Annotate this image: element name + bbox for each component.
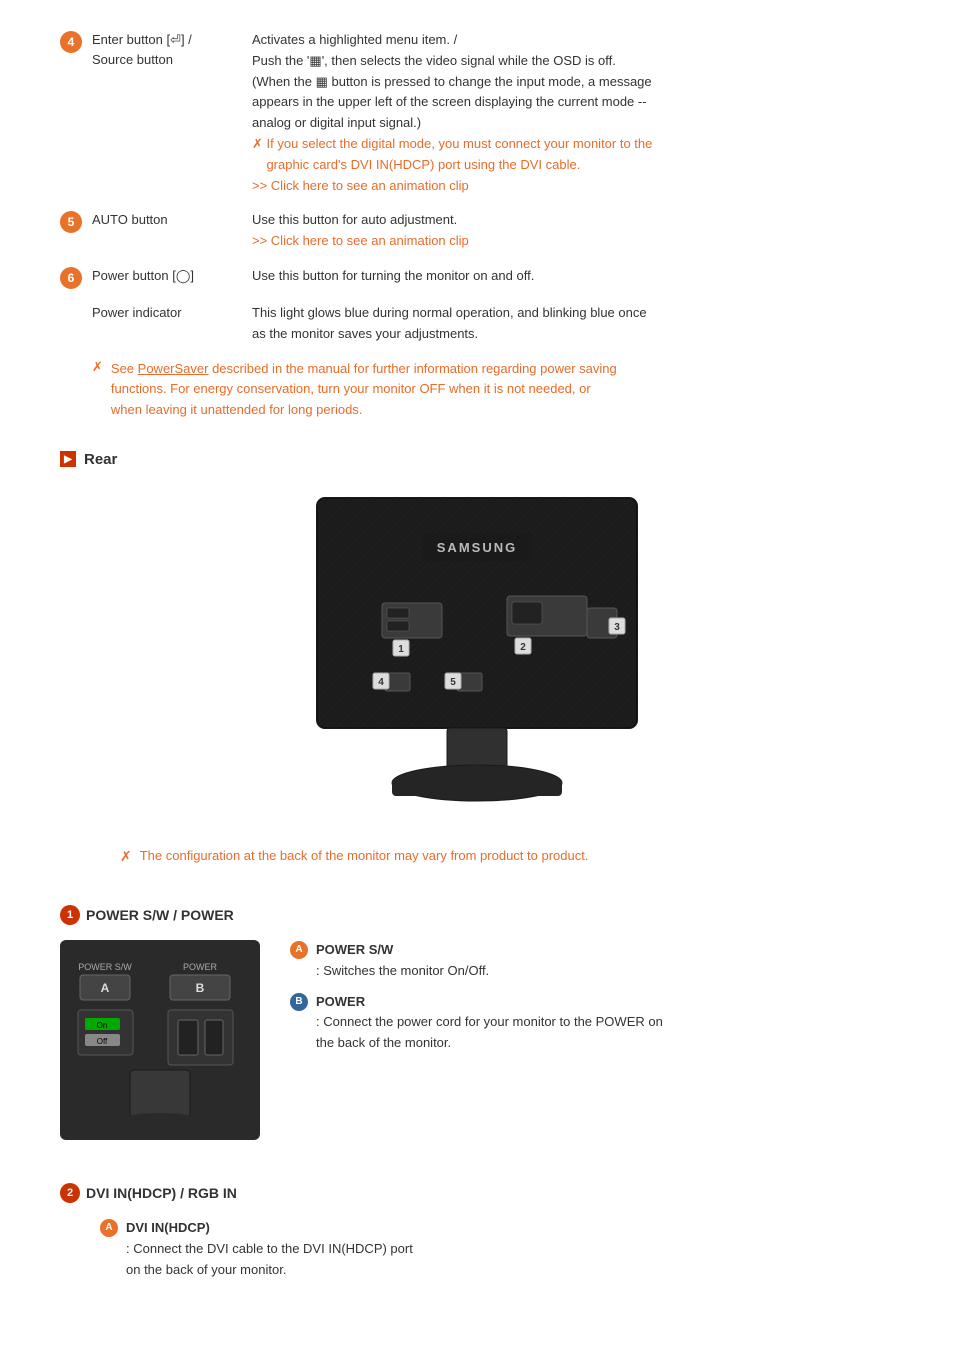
animation-link-4[interactable]: >> Click here to see an animation clip [252, 178, 469, 193]
button-desc-4: Activates a highlighted menu item. / Pus… [252, 30, 894, 196]
svg-text:1: 1 [398, 644, 404, 655]
button-row-6: 6 Power button [◯] Use this button for t… [60, 266, 894, 289]
animation-link-5[interactable]: >> Click here to see an animation clip [252, 233, 469, 248]
power-indicator-label: Power indicator [92, 303, 252, 323]
port-desc-text-A2: DVI IN(HDCP) : Connect the DVI cable to … [126, 1218, 413, 1280]
rear-section: ▶ Rear SAMSUNG 1 [60, 451, 894, 818]
power-port-svg: POWER S/W POWER A B On Off [60, 940, 260, 1140]
rear-title: ▶ Rear [60, 451, 894, 468]
port-1-image: POWER S/W POWER A B On Off [60, 940, 260, 1143]
port-section-2: 2 DVI IN(HDCP) / RGB IN A DVI IN(HDCP) :… [60, 1183, 894, 1290]
note-text: See PowerSaver described in the manual f… [111, 359, 617, 421]
port-label-2: DVI IN(HDCP) / RGB IN [86, 1185, 237, 1201]
button-label-5: AUTO button [92, 210, 252, 230]
button-number-5: 5 [60, 211, 82, 233]
svg-text:Off: Off [97, 1037, 108, 1046]
button-number-4: 4 [60, 31, 82, 53]
port-1-content: POWER S/W POWER A B On Off [60, 940, 894, 1143]
button-number-6: 6 [60, 267, 82, 289]
port-2-desc: A DVI IN(HDCP) : Connect the DVI cable t… [60, 1218, 413, 1290]
port-desc-text-B1: POWER : Connect the power cord for your … [316, 992, 663, 1054]
svg-text:A: A [101, 981, 110, 995]
svg-text:3: 3 [614, 622, 620, 633]
port-desc-item-A: A POWER S/W : Switches the monitor On/Of… [290, 940, 894, 982]
power-indicator-desc: This light glows blue during normal oper… [252, 303, 894, 345]
port-badge-2: 2 [60, 1183, 80, 1203]
button-row-power-indicator: Power indicator This light glows blue du… [60, 303, 894, 345]
port-desc-item-B: B POWER : Connect the power cord for you… [290, 992, 894, 1054]
config-note-symbol: ✗ [120, 848, 132, 865]
port-section-2-title: 2 DVI IN(HDCP) / RGB IN [60, 1183, 894, 1203]
config-note-text: The configuration at the back of the mon… [140, 848, 589, 863]
svg-text:B: B [196, 981, 205, 995]
orange-note-4: ✗ If you select the digital mode, you mu… [252, 136, 652, 172]
sub-badge-A1: A [290, 941, 308, 959]
svg-text:2: 2 [520, 642, 526, 653]
port-section-1-title: 1 POWER S/W / POWER [60, 905, 894, 925]
rear-label: Rear [84, 451, 117, 468]
monitor-svg: SAMSUNG 1 2 3 4 [267, 488, 687, 818]
sub-badge-A2: A [100, 1219, 118, 1237]
sub-badge-B1: B [290, 993, 308, 1011]
button-desc-6: Use this button for turning the monitor … [252, 266, 894, 287]
config-note: ✗ The configuration at the back of the m… [60, 838, 894, 875]
svg-text:POWER S/W: POWER S/W [78, 962, 132, 972]
svg-text:SAMSUNG: SAMSUNG [437, 540, 517, 555]
svg-text:POWER: POWER [183, 962, 218, 972]
port-badge-1: 1 [60, 905, 80, 925]
port-1-desc: A POWER S/W : Switches the monitor On/Of… [290, 940, 894, 1064]
svg-text:5: 5 [450, 677, 456, 688]
port-section-1: 1 POWER S/W / POWER POWER S/W POWER A B … [60, 905, 894, 1143]
button-label-6: Power button [◯] [92, 266, 252, 286]
svg-text:On: On [97, 1021, 108, 1030]
button-label-4: Enter button [⏎] /Source button [92, 30, 252, 69]
button-row-5: 5 AUTO button Use this button for auto a… [60, 210, 894, 252]
power-saver-note: ✗ See PowerSaver described in the manual… [60, 359, 894, 421]
note-symbol: ✗ [92, 359, 103, 375]
rear-icon: ▶ [60, 451, 76, 467]
button-desc-5: Use this button for auto adjustment. >> … [252, 210, 894, 252]
monitor-back-image: SAMSUNG 1 2 3 4 [60, 488, 894, 818]
button-row-4: 4 Enter button [⏎] /Source button Activa… [60, 30, 894, 196]
port-desc-text-A1: POWER S/W : Switches the monitor On/Off. [316, 940, 489, 982]
port-2-content: A DVI IN(HDCP) : Connect the DVI cable t… [60, 1218, 894, 1290]
svg-text:4: 4 [378, 677, 384, 688]
port-label-1: POWER S/W / POWER [86, 907, 234, 923]
port-desc-item-A2: A DVI IN(HDCP) : Connect the DVI cable t… [100, 1218, 413, 1280]
button-descriptions: 4 Enter button [⏎] /Source button Activa… [60, 30, 894, 421]
